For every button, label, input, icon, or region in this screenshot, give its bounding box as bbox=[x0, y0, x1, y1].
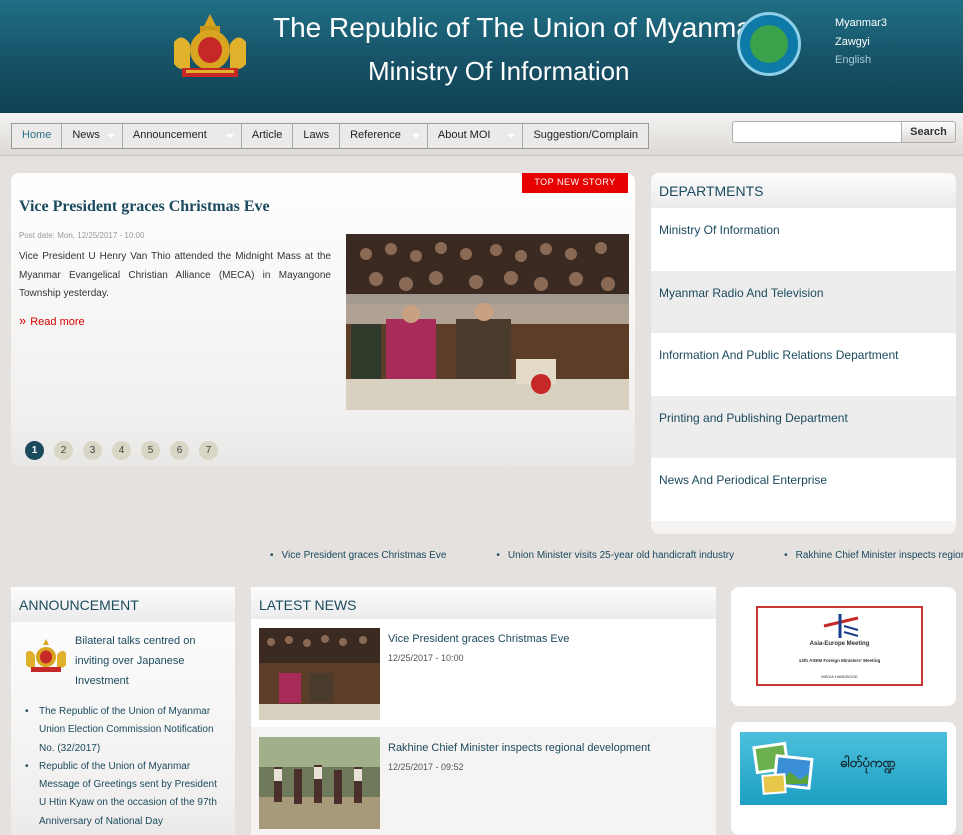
nav-news[interactable]: News bbox=[62, 124, 123, 148]
pager-page[interactable]: 1 bbox=[25, 441, 44, 460]
nav-announcement[interactable]: Announcement bbox=[123, 124, 242, 148]
asem-title: Asia-Europe Meeting bbox=[809, 641, 870, 647]
pager-page[interactable]: 6 bbox=[170, 441, 189, 460]
department-link[interactable]: Ministry Of Information bbox=[651, 208, 956, 271]
nav-laws[interactable]: Laws bbox=[293, 124, 341, 148]
pager-page[interactable]: 3 bbox=[83, 441, 102, 460]
news-date: 12/25/2017 - 09:52 bbox=[388, 762, 464, 772]
announcement-list: The Republic of the Union of Myanmar Uni… bbox=[25, 703, 225, 831]
top-story-badge: TOP NEW STORY bbox=[522, 173, 628, 193]
announcement-panel: ANNOUNCEMENT Bilateral talks centred on … bbox=[11, 587, 235, 835]
departments-list: Ministry Of Information Myanmar Radio An… bbox=[651, 208, 956, 521]
ticker-item[interactable]: Vice President graces Christmas Eve bbox=[270, 550, 447, 566]
main-menu: Home News Announcement Article Laws Refe… bbox=[11, 123, 650, 149]
news-thumbnail[interactable] bbox=[259, 737, 380, 829]
top-story-title[interactable]: Vice President graces Christmas Eve bbox=[19, 198, 270, 216]
departments-panel: DEPARTMENTS Ministry Of Information Myan… bbox=[651, 173, 956, 534]
latest-news-panel: LATEST NEWS Vice President graces Christ… bbox=[251, 587, 716, 835]
site-title-line1: The Republic of The Union of Myanmar bbox=[273, 12, 762, 43]
nav-article[interactable]: Article bbox=[242, 124, 294, 148]
pager-page[interactable]: 5 bbox=[141, 441, 160, 460]
lang-english-link[interactable]: English bbox=[835, 54, 871, 66]
asem-footer: MEDIA HANDBOOK bbox=[821, 674, 858, 679]
gallery-banner[interactable]: ဓါတ်ပုံကဏ္ဍ bbox=[740, 732, 947, 805]
site-title-line2: Ministry Of Information bbox=[368, 56, 630, 86]
asem-banner-panel: Asia-Europe Meeting 13th ASEM Foreign Mi… bbox=[731, 587, 956, 706]
asem-logo-icon bbox=[823, 614, 859, 638]
announcement-heading: ANNOUNCEMENT bbox=[11, 587, 235, 622]
top-story-panel: TOP NEW STORY Vice President graces Chri… bbox=[11, 173, 635, 467]
photo-gallery-icon bbox=[752, 741, 814, 795]
pager-page[interactable]: 7 bbox=[199, 441, 218, 460]
departments-heading: DEPARTMENTS bbox=[651, 173, 956, 208]
nav-about-moi[interactable]: About MOI bbox=[428, 124, 524, 148]
nav-suggestion-complain[interactable]: Suggestion/Complain bbox=[523, 124, 648, 148]
read-more-label: Read more bbox=[30, 316, 85, 328]
gallery-label: ဓါတ်ပုံကဏ္ဍ bbox=[840, 755, 896, 770]
search-input[interactable] bbox=[732, 121, 902, 143]
top-story-photo[interactable] bbox=[346, 234, 629, 410]
ticker-item[interactable]: Union Minister visits 25-year old handic… bbox=[496, 550, 734, 566]
nav-home[interactable]: Home bbox=[12, 124, 63, 148]
news-ticker: Vice President graces Christmas Eve Unio… bbox=[270, 550, 963, 566]
gallery-banner-panel: ဓါတ်ပုံကဏ္ဍ bbox=[731, 722, 956, 835]
asem-banner[interactable]: Asia-Europe Meeting 13th ASEM Foreign Mi… bbox=[756, 606, 923, 686]
ticker-item[interactable]: Rakhine Chief Minister inspects regional… bbox=[784, 550, 963, 566]
lang-myanmar3-link[interactable]: Myanmar3 bbox=[835, 17, 887, 29]
department-link[interactable]: Myanmar Radio And Television bbox=[651, 270, 956, 333]
news-date: 12/25/2017 - 10:00 bbox=[388, 653, 464, 663]
site-header: The Republic of The Union of Myanmar Min… bbox=[0, 0, 963, 113]
latest-news-heading: LATEST NEWS bbox=[251, 587, 716, 622]
double-chevron-icon: » bbox=[19, 313, 27, 328]
news-item[interactable]: Vice President graces Christmas Eve 12/2… bbox=[251, 619, 716, 727]
state-emblem-icon bbox=[174, 14, 246, 77]
department-link[interactable]: Printing and Publishing Department bbox=[651, 395, 956, 458]
ministry-seal-icon bbox=[737, 12, 801, 76]
top-story-text: Vice President U Henry Van Thio attended… bbox=[19, 251, 331, 300]
announcement-item[interactable]: Republic of the Union of Myanmar Message… bbox=[25, 758, 225, 831]
announcement-featured-link[interactable]: Bilateral talks centred on inviting over… bbox=[75, 631, 225, 691]
state-emblem-icon bbox=[26, 639, 66, 672]
asem-subtitle: 13th ASEM Foreign Ministers' Meeting bbox=[798, 658, 881, 663]
news-title[interactable]: Vice President graces Christmas Eve bbox=[388, 633, 569, 645]
news-thumbnail[interactable] bbox=[259, 628, 380, 720]
pager-page[interactable]: 4 bbox=[112, 441, 131, 460]
department-link[interactable]: Information And Public Relations Departm… bbox=[651, 333, 956, 396]
news-title[interactable]: Rakhine Chief Minister inspects regional… bbox=[388, 742, 650, 754]
top-story-date: Post date: Mon, 12/25/2017 - 10:00 bbox=[19, 231, 145, 240]
department-link[interactable]: News And Periodical Enterprise bbox=[651, 458, 956, 521]
pager-page[interactable]: 2 bbox=[54, 441, 73, 460]
lang-zawgyi-link[interactable]: Zawgyi bbox=[835, 36, 870, 48]
news-item[interactable]: Rakhine Chief Minister inspects regional… bbox=[251, 728, 716, 835]
read-more-link[interactable]: » Read more bbox=[19, 313, 85, 328]
announcement-item[interactable]: The Republic of the Union of Myanmar Uni… bbox=[25, 703, 225, 758]
story-pager: 1 2 3 4 5 6 7 bbox=[25, 441, 228, 460]
search-button[interactable]: Search bbox=[901, 121, 956, 143]
nav-reference[interactable]: Reference bbox=[340, 124, 428, 148]
